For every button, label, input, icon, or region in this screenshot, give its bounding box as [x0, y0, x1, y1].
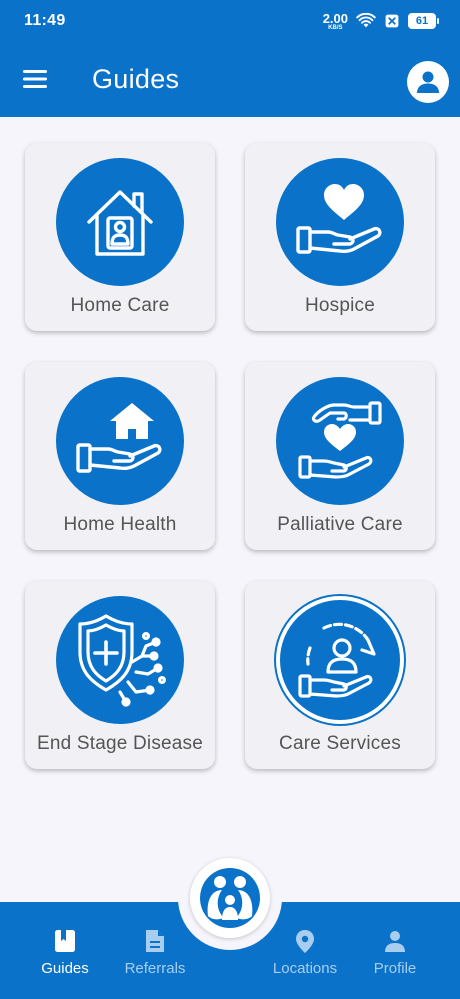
family-logo-icon [200, 868, 260, 928]
network-speed: 2.00 KB/S [323, 12, 348, 31]
status-bar: 11:49 2.00 KB/S 61 [0, 0, 460, 42]
nav-label: Profile [373, 960, 417, 977]
house-person-icon [87, 190, 153, 256]
guide-card-home-care[interactable]: Home Care [25, 143, 215, 331]
card-icon-circle [56, 377, 184, 505]
account-icon [417, 71, 439, 93]
hands-heart-icon [298, 401, 382, 479]
battery-icon: 61 [408, 13, 439, 29]
nav-item-profile[interactable]: Profile [350, 928, 440, 977]
document-icon [146, 930, 164, 952]
status-indicators: 2.00 KB/S 61 [323, 12, 439, 31]
hand-heart-icon [296, 184, 382, 254]
network-speed-unit: KB/S [328, 24, 343, 31]
nav-item-referrals[interactable]: Referrals [110, 928, 200, 977]
status-time: 11:49 [24, 12, 66, 29]
network-speed-value: 2.00 [322, 10, 348, 26]
shield-virus-icon [78, 614, 166, 707]
guide-card-end-stage-disease[interactable]: End Stage Disease [25, 581, 215, 769]
card-icon-circle [276, 377, 404, 505]
guide-card-home-health[interactable]: Home Health [25, 362, 215, 550]
center-logo-button[interactable] [190, 858, 270, 938]
hamburger-menu-icon[interactable] [22, 68, 48, 90]
no-sim-icon [385, 14, 399, 28]
card-label: Hospice [304, 295, 376, 316]
nav-label: Guides [41, 960, 89, 977]
card-icon-circle [56, 158, 184, 286]
card-label: Home Care [70, 295, 170, 316]
card-label: Home Health [63, 514, 177, 535]
profile-avatar-button[interactable] [407, 61, 449, 103]
app-bar: Guides [0, 42, 460, 117]
guide-card-palliative-care[interactable]: Palliative Care [245, 362, 435, 550]
card-label: Palliative Care [277, 514, 403, 535]
care-cycle-icon [298, 622, 376, 698]
nav-item-locations[interactable]: Locations [260, 928, 350, 977]
hand-house-icon [76, 403, 162, 473]
card-icon-circle [276, 158, 404, 286]
wifi-icon [356, 13, 376, 28]
card-label: Care Services [279, 733, 401, 754]
page-title: Guides [92, 64, 180, 94]
person-icon [385, 931, 405, 952]
guide-card-care-services[interactable]: Care Services [245, 581, 435, 769]
nav-item-guides[interactable]: Guides [20, 928, 110, 977]
guide-card-hospice[interactable]: Hospice [245, 143, 435, 331]
nav-label: Referrals [124, 960, 186, 977]
card-icon-circle [56, 596, 184, 724]
card-icon-circle [276, 596, 404, 724]
book-icon [55, 930, 75, 952]
card-label: End Stage Disease [36, 733, 204, 754]
nav-label: Locations [272, 960, 338, 977]
battery-level: 61 [415, 15, 429, 27]
location-pin-icon [296, 930, 314, 953]
